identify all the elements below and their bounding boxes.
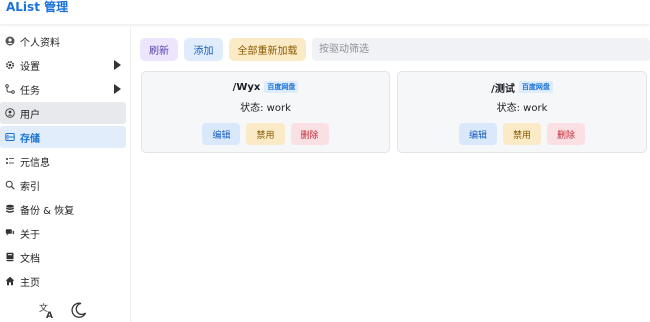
sidebar-item-label: 设置 <box>20 61 40 73</box>
status-value: work <box>523 103 548 114</box>
gear-icon <box>5 60 15 70</box>
storage-status: 状态: work <box>142 99 389 114</box>
sidebar-item-index[interactable]: 索引 <box>0 174 126 196</box>
translate-icon[interactable]: 文A <box>38 301 56 319</box>
delete-button[interactable]: 删除 <box>547 123 586 145</box>
status-value: work <box>266 103 291 114</box>
storage-path: /测试 <box>491 83 515 95</box>
user-circle-icon <box>5 36 15 46</box>
sidebar-item-about[interactable]: 关于 <box>0 222 126 244</box>
driver-filter-input[interactable] <box>312 38 650 61</box>
book-icon <box>5 252 15 262</box>
refresh-button[interactable]: 刷新 <box>140 38 178 61</box>
sidebar-item-profile[interactable]: 个人资料 <box>0 30 126 52</box>
add-button[interactable]: 添加 <box>184 38 223 61</box>
sidebar-item-docs[interactable]: 文档 <box>0 246 126 268</box>
storage-actions: 编辑 禁用 删除 <box>142 123 389 145</box>
database-icon <box>5 204 15 214</box>
chevron-right-icon <box>114 84 121 94</box>
svg-text:A: A <box>46 311 53 319</box>
sidebar-item-label: 主页 <box>20 277 40 289</box>
search-icon <box>5 180 15 190</box>
sidebar-item-label: 用户 <box>20 109 40 121</box>
storage-card-header: /测试 百度网盘 <box>398 80 646 95</box>
metadata-icon <box>5 156 15 166</box>
sidebar-item-settings[interactable]: 设置 <box>0 54 126 76</box>
storage-actions: 编辑 禁用 删除 <box>398 123 646 145</box>
sidebar-item-backup[interactable]: 备份 & 恢复 <box>0 198 126 220</box>
home-icon <box>5 276 15 286</box>
chat-icon <box>5 228 15 238</box>
sidebar-item-label: 索引 <box>20 181 40 193</box>
sidebar-item-label: 元信息 <box>20 157 50 169</box>
disable-button[interactable]: 禁用 <box>502 123 541 145</box>
sidebar-item-storage[interactable]: 存储 <box>0 126 126 148</box>
sidebar: 个人资料 设置 任务 用户 存储 元信息 索引 备份 & 恢复 关于 文档 主页 <box>0 26 131 322</box>
sidebar-item-users[interactable]: 用户 <box>0 102 126 124</box>
sidebar-item-label: 关于 <box>20 229 40 241</box>
storage-card: /测试 百度网盘 状态: work 编辑 禁用 删除 <box>397 71 647 153</box>
storage-card: /Wyx 百度网盘 状态: work 编辑 禁用 删除 <box>141 71 390 153</box>
sidebar-bottom-tools: 文A <box>38 301 88 319</box>
reload-all-button[interactable]: 全部重新加载 <box>229 38 306 61</box>
sidebar-item-metadata[interactable]: 元信息 <box>0 150 126 172</box>
sidebar-item-label: 文档 <box>20 253 40 265</box>
storage-status: 状态: work <box>398 99 646 114</box>
sidebar-item-tasks[interactable]: 任务 <box>0 78 126 100</box>
delete-button[interactable]: 删除 <box>290 123 329 145</box>
route-icon <box>5 84 15 94</box>
sidebar-item-label: 个人资料 <box>20 37 60 49</box>
moon-icon[interactable] <box>70 301 88 319</box>
status-label: 状态: <box>240 103 264 114</box>
sidebar-item-home[interactable]: 主页 <box>0 270 126 292</box>
driver-badge: 百度网盘 <box>264 81 299 93</box>
storage-icon <box>5 132 15 142</box>
sidebar-item-label: 任务 <box>20 85 40 97</box>
sidebar-item-label: 备份 & 恢复 <box>20 205 75 217</box>
disable-button[interactable]: 禁用 <box>246 123 285 145</box>
brand-title[interactable]: AList 管理 <box>6 0 68 20</box>
driver-badge: 百度网盘 <box>518 81 553 93</box>
user-icon <box>5 108 15 118</box>
status-label: 状态: <box>496 103 520 114</box>
app-header: AList 管理 <box>0 0 650 24</box>
chevron-right-icon <box>114 60 121 70</box>
edit-button[interactable]: 编辑 <box>458 123 497 145</box>
storage-path: /Wyx <box>232 81 261 93</box>
sidebar-item-label: 存储 <box>20 133 40 145</box>
edit-button[interactable]: 编辑 <box>202 123 241 145</box>
storage-card-header: /Wyx 百度网盘 <box>142 80 389 94</box>
